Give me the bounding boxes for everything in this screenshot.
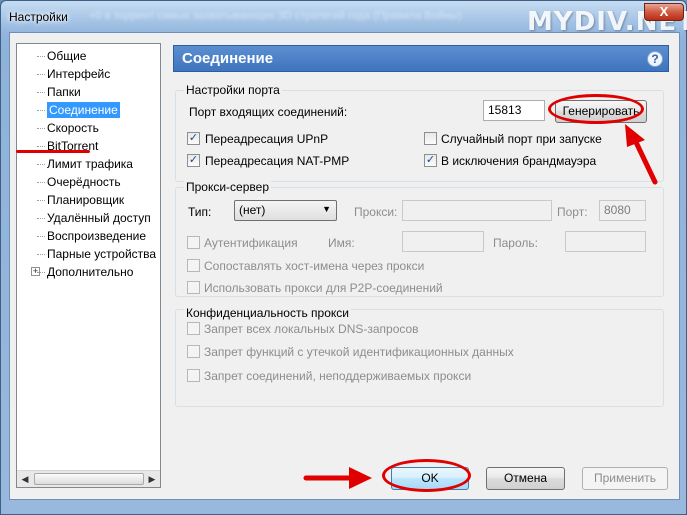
arrow-to-ok-head (349, 467, 372, 489)
arrow-to-generate-head (625, 124, 645, 147)
arrow-to-generate-line (631, 135, 658, 185)
annotation-arrows (303, 124, 658, 489)
